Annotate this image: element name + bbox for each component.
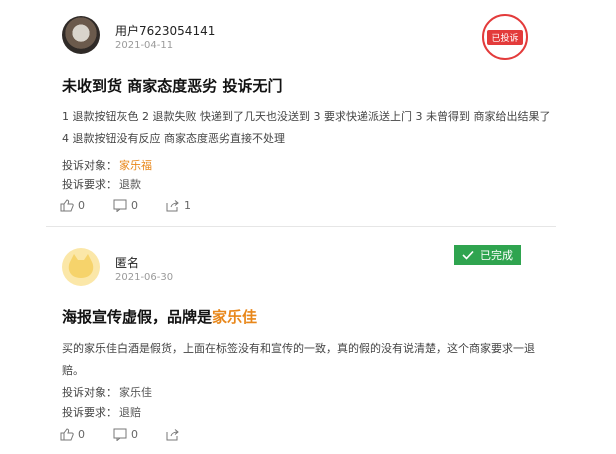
complaint-request-value: 退款 bbox=[119, 178, 141, 191]
complaint-card-2: 匿名 2021-06-30 已完成 海报宣传虚假，品牌是家乐佳 买的家乐佳白酒是… bbox=[0, 232, 616, 454]
complaint-request-row: 投诉要求： 退赔 bbox=[62, 406, 141, 419]
like-button[interactable]: 0 bbox=[60, 428, 85, 441]
comment-count: 0 bbox=[131, 428, 138, 441]
avatar[interactable] bbox=[62, 248, 100, 286]
like-count: 0 bbox=[78, 199, 85, 212]
complaint-request-label: 投诉要求 bbox=[62, 406, 106, 419]
comment-icon bbox=[113, 199, 127, 212]
share-icon bbox=[166, 200, 179, 212]
post-title[interactable]: 海报宣传虚假，品牌是家乐佳 bbox=[62, 306, 257, 327]
cat-avatar-icon bbox=[68, 254, 94, 278]
complaint-object-label: 投诉对象 bbox=[62, 159, 106, 172]
post-title-text: 海报宣传虚假，品牌是 bbox=[62, 308, 213, 326]
like-icon bbox=[60, 199, 74, 212]
complaint-request-row: 投诉要求： 退款 bbox=[62, 178, 141, 191]
user-name[interactable]: 匿名 bbox=[115, 254, 139, 271]
complaint-request-label: 投诉要求 bbox=[62, 178, 106, 191]
complained-stamp: 已投诉 bbox=[482, 14, 528, 60]
complaint-request-value: 退赔 bbox=[119, 406, 141, 419]
stamp-label: 已投诉 bbox=[487, 29, 523, 45]
post-body: 1 退款按钮灰色 2 退款失败 快递到了几天也没送到 3 要求快递派送上门 3 … bbox=[62, 110, 551, 145]
post-actions: 0 0 bbox=[60, 428, 184, 441]
share-count: 1 bbox=[184, 199, 191, 212]
card-divider bbox=[46, 226, 556, 227]
share-button[interactable] bbox=[166, 428, 184, 441]
post-title-brand[interactable]: 家乐佳 bbox=[212, 308, 257, 326]
comment-count: 0 bbox=[131, 199, 138, 212]
complaint-card-1: 用户7623054141 2021-04-11 已投诉 未收到货 商家态度恶劣 … bbox=[0, 0, 616, 232]
comment-button[interactable]: 0 bbox=[113, 199, 138, 212]
like-count: 0 bbox=[78, 428, 85, 441]
badge-label: 已完成 bbox=[480, 249, 513, 262]
post-actions: 0 0 1 bbox=[60, 199, 191, 212]
complaint-object-link[interactable]: 家乐福 bbox=[119, 159, 152, 172]
checkmark-icon bbox=[462, 250, 474, 260]
completed-badge: 已完成 bbox=[454, 245, 521, 265]
share-button[interactable]: 1 bbox=[166, 199, 191, 212]
post-date: 2021-04-11 bbox=[115, 40, 174, 51]
user-name[interactable]: 用户7623054141 bbox=[115, 22, 215, 39]
complaint-object-row: 投诉对象： 家乐福 bbox=[62, 159, 152, 172]
like-icon bbox=[60, 428, 74, 441]
like-button[interactable]: 0 bbox=[60, 199, 85, 212]
post-body: 买的家乐佳白酒是假货，上面在标签没有和宣传的一致，真的假的没有说清楚，这个商家要… bbox=[62, 342, 535, 377]
complaint-object-link[interactable]: 家乐佳 bbox=[119, 386, 152, 399]
avatar[interactable] bbox=[62, 16, 100, 54]
post-date: 2021-06-30 bbox=[115, 272, 174, 283]
comment-icon bbox=[113, 428, 127, 441]
complaint-object-row: 投诉对象： 家乐佳 bbox=[62, 386, 152, 399]
post-title[interactable]: 未收到货 商家态度恶劣 投诉无门 bbox=[62, 75, 282, 96]
comment-button[interactable]: 0 bbox=[113, 428, 138, 441]
complaint-object-label: 投诉对象 bbox=[62, 386, 106, 399]
share-icon bbox=[166, 429, 179, 441]
